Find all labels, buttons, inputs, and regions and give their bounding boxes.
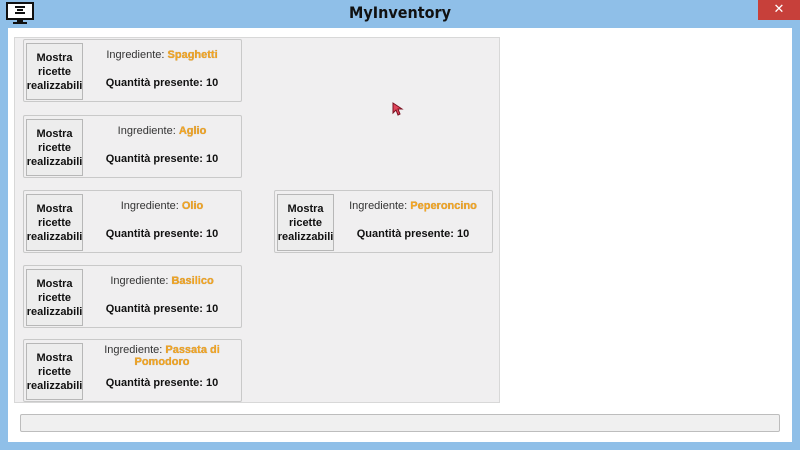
ingredient-card: Mostra ricette realizzabili Ingrediente:… [23,190,242,253]
ingredient-line: Ingrediente: Peperoncino [337,200,489,212]
show-recipes-button[interactable]: Mostra ricette realizzabili [26,119,83,176]
close-icon: ✕ [773,2,785,17]
client-area: Mostra ricette realizzabili Ingrediente:… [8,28,792,442]
quantity-text: Quantità presente: 10 [105,303,219,315]
window-title: MyInventory [349,3,451,22]
show-recipes-button[interactable]: Mostra ricette realizzabili [26,43,83,100]
quantity-text: Quantità presente: 10 [356,228,470,240]
ingredient-line: Ingrediente: Basilico [86,275,238,287]
ingredient-line: Ingrediente: Spaghetti [86,49,238,61]
show-recipes-button[interactable]: Mostra ricette realizzabili [26,194,83,251]
ingredient-card: Mostra ricette realizzabili Ingrediente:… [23,115,242,178]
quantity-text: Quantità presente: 10 [105,377,219,389]
mouse-cursor-icon [392,102,404,116]
ingredient-name: Aglio [178,125,207,137]
show-recipes-button[interactable]: Mostra ricette realizzabili [26,343,83,400]
ingredient-label: Ingrediente: [349,200,411,212]
quantity-text: Quantità presente: 10 [105,77,219,89]
quantity-text: Quantità presente: 10 [105,153,219,165]
ingredient-label: Ingrediente: [117,125,179,137]
ingredient-label: Ingrediente: [110,275,172,287]
quantity-text: Quantità presente: 10 [105,228,219,240]
ingredient-line: Ingrediente: Olio [86,200,238,212]
ingredient-label: Ingrediente: [104,344,166,356]
ingredient-name: Olio [181,200,204,212]
ingredient-card: Mostra ricette realizzabili Ingrediente:… [23,39,242,102]
ingredient-card: Mostra ricette realizzabili Ingrediente:… [23,265,242,328]
ingredient-label: Ingrediente: [106,49,168,61]
title-bar[interactable]: MyInventory ✕ [0,0,800,28]
show-recipes-button[interactable]: Mostra ricette realizzabili [277,194,334,251]
ingredient-card: Mostra ricette realizzabili Ingrediente:… [274,190,493,253]
show-recipes-button[interactable]: Mostra ricette realizzabili [26,269,83,326]
ingredient-label: Ingrediente: [120,200,182,212]
ingredient-line: Ingrediente: Aglio [86,125,238,137]
close-button[interactable]: ✕ [758,0,800,20]
ingredient-card: Mostra ricette realizzabili Ingrediente:… [23,339,242,402]
ingredients-panel: Mostra ricette realizzabili Ingrediente:… [14,37,500,403]
ingredient-line: Ingrediente: Passata di Pomodoro [86,344,238,368]
app-window: MyInventory ✕ Mostra ricette realizzabil… [0,0,800,450]
ingredient-name: Basilico [171,275,214,287]
ingredient-name: Peperoncino [410,200,477,212]
ingredient-name: Spaghetti [167,49,218,61]
status-bar [20,414,780,432]
